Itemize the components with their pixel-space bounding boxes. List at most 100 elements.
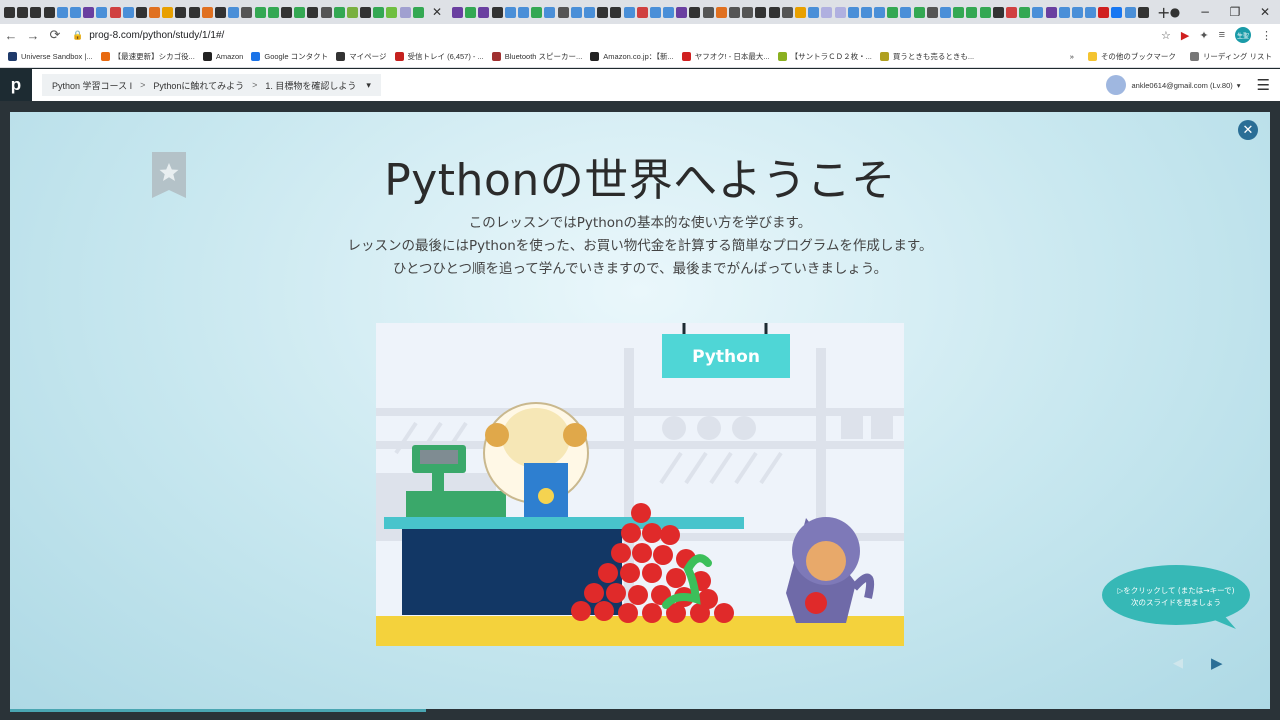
youtube-extension-icon[interactable]: ▶ <box>1181 29 1189 42</box>
tab-favicon-icon[interactable] <box>149 6 161 18</box>
tab-favicon-icon[interactable] <box>17 6 29 18</box>
tab-favicon-icon[interactable] <box>307 6 319 18</box>
tab-favicon-icon[interactable] <box>518 6 529 18</box>
tab-favicon-icon[interactable] <box>755 6 767 18</box>
tab-close-icon[interactable]: ✕ <box>432 5 442 19</box>
tab-favicon-icon[interactable] <box>610 6 622 18</box>
tab-favicon-icon[interactable] <box>979 6 991 18</box>
profile-avatar[interactable]: 生聖 <box>1235 27 1251 43</box>
tab-favicon-icon[interactable] <box>887 6 899 18</box>
more-bookmarks-icon[interactable]: » <box>1070 52 1074 61</box>
tab-favicon-icon[interactable] <box>1137 6 1149 18</box>
tab-favicon-icon[interactable] <box>1098 6 1110 18</box>
tab-favicon-icon[interactable] <box>834 6 846 18</box>
breadcrumb-lesson[interactable]: 1. 目標物を確認しよう <box>265 79 356 92</box>
tab-favicon-icon[interactable] <box>768 6 780 18</box>
tab-favicon-icon[interactable] <box>360 6 372 18</box>
tab-favicon-icon[interactable] <box>1045 6 1057 18</box>
tab-favicon-icon[interactable] <box>913 6 925 18</box>
tab-favicon-icon[interactable] <box>83 6 95 18</box>
tab-favicon-icon[interactable] <box>478 6 490 18</box>
bookmark-item[interactable]: 【サントラＣＤ２枚・... <box>777 51 872 62</box>
tab-favicon-icon[interactable] <box>1085 6 1097 18</box>
breadcrumb-chapter[interactable]: Pythonに触れてみよう <box>153 79 244 92</box>
tab-favicon-icon[interactable] <box>636 6 648 18</box>
kebab-menu-icon[interactable]: ⋮ <box>1261 29 1272 42</box>
tab-favicon-icon[interactable] <box>940 6 951 18</box>
previous-slide-button[interactable]: ◀ <box>1173 656 1183 671</box>
tab-favicon-icon[interactable] <box>241 6 253 18</box>
bookmark-item[interactable]: マイページ <box>336 51 387 62</box>
progate-logo[interactable]: p <box>0 69 32 101</box>
bookmark-item[interactable]: 買うときも売るときも... <box>879 51 974 62</box>
tab-favicon-icon[interactable] <box>900 6 912 18</box>
tab-favicon-icon[interactable] <box>280 6 292 18</box>
tab-favicon-icon[interactable] <box>96 6 108 18</box>
close-icon[interactable]: ✕ <box>1238 120 1258 140</box>
tab-favicon-icon[interactable] <box>175 6 187 18</box>
reading-list-button[interactable]: リーディング リスト <box>1189 51 1272 62</box>
tab-favicon-icon[interactable] <box>808 6 820 18</box>
tab-favicon-icon[interactable] <box>597 6 609 18</box>
chrome-menu-icon[interactable]: ● <box>1160 5 1190 19</box>
tab-favicon-icon[interactable] <box>570 6 582 18</box>
tab-favicon-icon[interactable] <box>504 6 516 18</box>
tab-favicon-icon[interactable] <box>992 6 1004 18</box>
tab-favicon-icon[interactable] <box>412 6 424 18</box>
tab-favicon-icon[interactable] <box>557 6 569 18</box>
close-window-icon[interactable]: ✕ <box>1250 5 1280 19</box>
tab-favicon-icon[interactable] <box>135 6 147 18</box>
tab-favicon-icon[interactable] <box>346 6 358 18</box>
tab-favicon-icon[interactable] <box>544 6 556 18</box>
tab-favicon-icon[interactable] <box>715 6 727 18</box>
bookmark-item[interactable]: 【最速更新】シカゴ役... <box>100 51 195 62</box>
tab-favicon-icon[interactable] <box>30 6 42 18</box>
other-bookmarks-folder[interactable]: その他のブックマーク <box>1087 51 1176 62</box>
tab-favicon-icon[interactable] <box>254 6 266 18</box>
tab-favicon-icon[interactable] <box>874 6 886 18</box>
extensions-icon[interactable]: ✦ <box>1199 29 1208 42</box>
bookmark-item[interactable]: Universe Sandbox |... <box>8 52 93 61</box>
tab-favicon-icon[interactable] <box>162 6 174 18</box>
tab-favicon-icon[interactable] <box>333 6 345 18</box>
bookmark-item[interactable]: Amazon <box>202 52 243 61</box>
tab-favicon-icon[interactable] <box>267 6 279 18</box>
tab-favicon-icon[interactable] <box>847 6 859 18</box>
tab-favicon-icon[interactable] <box>320 6 332 18</box>
bookmark-item[interactable]: Bluetooth スピーカー... <box>491 51 582 62</box>
forward-icon[interactable]: → <box>22 28 44 43</box>
tab-favicon-icon[interactable] <box>689 6 701 18</box>
tab-favicon-icon[interactable] <box>399 6 411 18</box>
tab-favicon-icon[interactable] <box>1058 6 1070 18</box>
maximize-icon[interactable]: ❐ <box>1220 5 1250 19</box>
chevron-down-icon[interactable]: ▾ <box>366 80 371 91</box>
tab-favicon-icon[interactable] <box>1005 6 1017 18</box>
tab-favicon-icon[interactable] <box>4 6 15 18</box>
tab-favicon-icon[interactable] <box>794 6 806 18</box>
next-slide-button[interactable]: ▶ <box>1211 654 1223 672</box>
tab-favicon-icon[interactable] <box>1111 6 1123 18</box>
tab-favicon-icon[interactable] <box>953 6 965 18</box>
tab-favicon-icon[interactable] <box>465 6 477 18</box>
media-queue-icon[interactable]: ≡ <box>1219 29 1225 41</box>
tab-favicon-icon[interactable] <box>109 6 121 18</box>
breadcrumb-course[interactable]: Python 学習コース I <box>52 79 132 92</box>
reload-icon[interactable]: ⟳ <box>44 27 66 43</box>
tab-favicon-icon[interactable] <box>663 6 675 18</box>
tab-favicon-icon[interactable] <box>966 6 978 18</box>
tab-favicon-icon[interactable] <box>56 6 68 18</box>
tab-favicon-icon[interactable] <box>452 6 464 18</box>
tab-favicon-icon[interactable] <box>386 6 398 18</box>
tab-favicon-icon[interactable] <box>781 6 793 18</box>
tab-favicon-icon[interactable] <box>676 6 688 18</box>
tab-favicon-icon[interactable] <box>491 6 503 18</box>
tab-favicon-icon[interactable] <box>1032 6 1044 18</box>
tab-favicon-icon[interactable] <box>702 6 714 18</box>
tab-favicon-icon[interactable] <box>649 6 661 18</box>
tab-favicon-icon[interactable] <box>623 6 635 18</box>
tab-favicon-icon[interactable] <box>201 6 213 18</box>
hamburger-menu-icon[interactable]: ☰ <box>1257 76 1270 94</box>
tab-favicon-icon[interactable] <box>860 6 872 18</box>
tab-favicon-icon[interactable] <box>926 6 938 18</box>
bookmark-item[interactable]: Google コンタクト <box>251 51 328 62</box>
